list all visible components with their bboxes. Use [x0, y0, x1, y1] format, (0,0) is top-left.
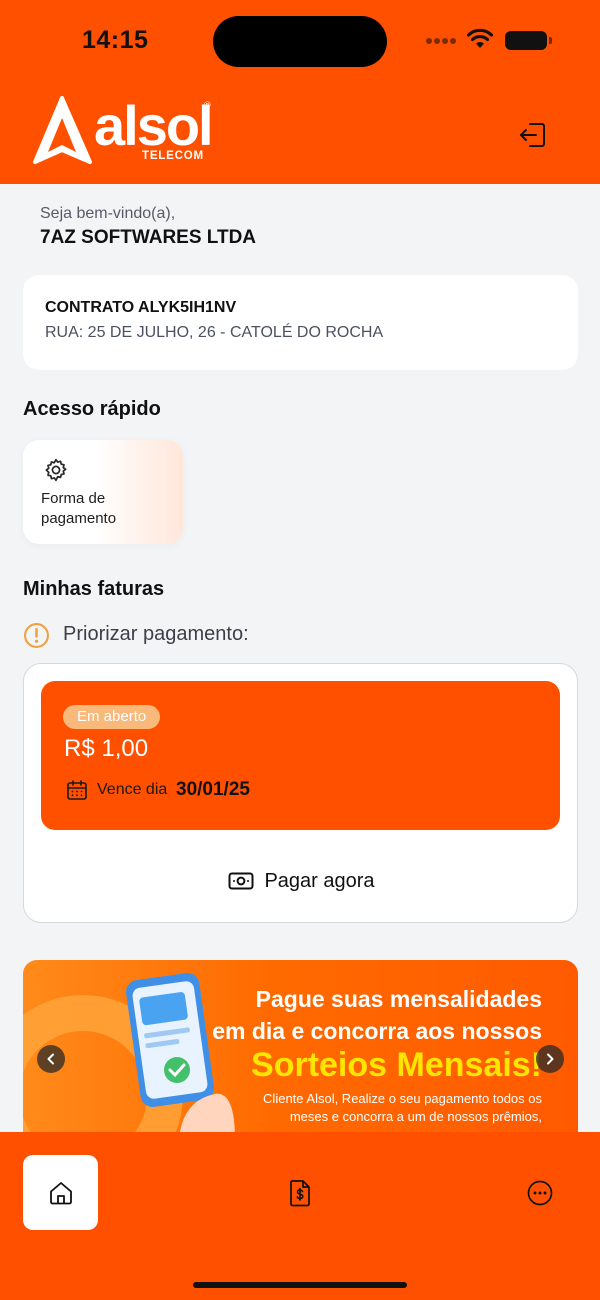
logo-registered-mark: ®: [204, 100, 211, 110]
invoice-dollar-icon: [290, 1180, 310, 1207]
invoice-card: Em aberto R$ 1,00 Vence dia 30/01/25 Pag…: [23, 663, 578, 923]
invoice-amount: R$ 1,00: [64, 735, 149, 762]
quick-access-payment-method[interactable]: Forma de pagamento: [23, 440, 183, 544]
gear-icon: [45, 458, 67, 482]
app-header: 14:15 alsol ® TELECOM: [0, 0, 600, 184]
banner-next-button[interactable]: [536, 1045, 564, 1073]
banner-body-1: Cliente Alsol, Realize o seu pagamento t…: [263, 1091, 542, 1106]
status-bar: 14:15: [0, 0, 600, 80]
contract-card[interactable]: CONTRATO ALYK5IH1NV RUA: 25 DE JULHO, 26…: [23, 275, 578, 370]
due-date: 30/01/25: [176, 779, 250, 800]
battery-icon: [505, 31, 552, 50]
wifi-icon: [466, 28, 494, 48]
banner-headline-2: em dia e concorra aos nossos: [212, 1018, 542, 1044]
logo-tagline: TELECOM: [142, 150, 204, 162]
due-label: Vence dia: [97, 781, 168, 798]
nav-more-button[interactable]: [520, 1174, 560, 1212]
banner-headline-1: Pague suas mensalidades: [255, 986, 542, 1012]
invoices-title: Minhas faturas: [23, 578, 165, 600]
warning-icon: [24, 623, 49, 648]
phone-illustration: [126, 973, 235, 1140]
status-time: 14:15: [82, 26, 149, 54]
calendar-icon: [67, 780, 87, 800]
due-date-row: Vence dia 30/01/25: [66, 779, 366, 803]
logout-button[interactable]: [512, 116, 552, 154]
home-icon: [49, 1181, 72, 1204]
nav-home-button[interactable]: [23, 1155, 98, 1230]
logo-wordmark: alsol: [94, 94, 214, 157]
contract-title: CONTRATO ALYK5IH1NV: [45, 299, 237, 316]
priority-label: Priorizar pagamento:: [63, 623, 249, 645]
bottom-navigation: [0, 1132, 600, 1300]
cash-icon: [228, 872, 254, 890]
status-badge: Em aberto: [63, 705, 161, 729]
pay-now-label: Pagar agora: [264, 869, 375, 892]
dynamic-island: [213, 16, 387, 67]
alsol-logo-mark-icon: [33, 96, 92, 164]
chevron-left-icon: [47, 1053, 54, 1065]
more-icon: [527, 1180, 553, 1206]
customer-name: 7AZ SOFTWARES LTDA: [40, 227, 257, 248]
banner-prev-button[interactable]: [37, 1045, 65, 1073]
promo-banner[interactable]: Pague suas mensalidades em dia e concorr…: [23, 960, 578, 1140]
banner-body-2: meses e concorra a um de nossos prêmios,: [289, 1109, 542, 1124]
banner-highlight: Sorteios Mensais!: [251, 1046, 542, 1084]
chevron-right-icon: [547, 1053, 554, 1065]
invoice-summary[interactable]: Em aberto R$ 1,00 Vence dia 30/01/25: [41, 681, 560, 830]
alsol-logo: alsol ® TELECOM: [32, 96, 222, 168]
contract-address: RUA: 25 DE JULHO, 26 - CATOLÉ DO ROCHA: [45, 324, 384, 341]
home-indicator[interactable]: [193, 1282, 407, 1288]
pay-now-button[interactable]: Pagar agora: [174, 859, 429, 903]
cellular-signal-icon: [426, 38, 456, 46]
quick-access-label: Forma de pagamento: [41, 490, 117, 527]
priority-row: Priorizar pagamento:: [23, 620, 423, 650]
nav-invoices-button[interactable]: [280, 1175, 320, 1211]
welcome-label: Seja bem-vindo(a),: [40, 205, 176, 222]
quick-access-title: Acesso rápido: [23, 398, 161, 420]
logout-icon: [520, 123, 545, 147]
